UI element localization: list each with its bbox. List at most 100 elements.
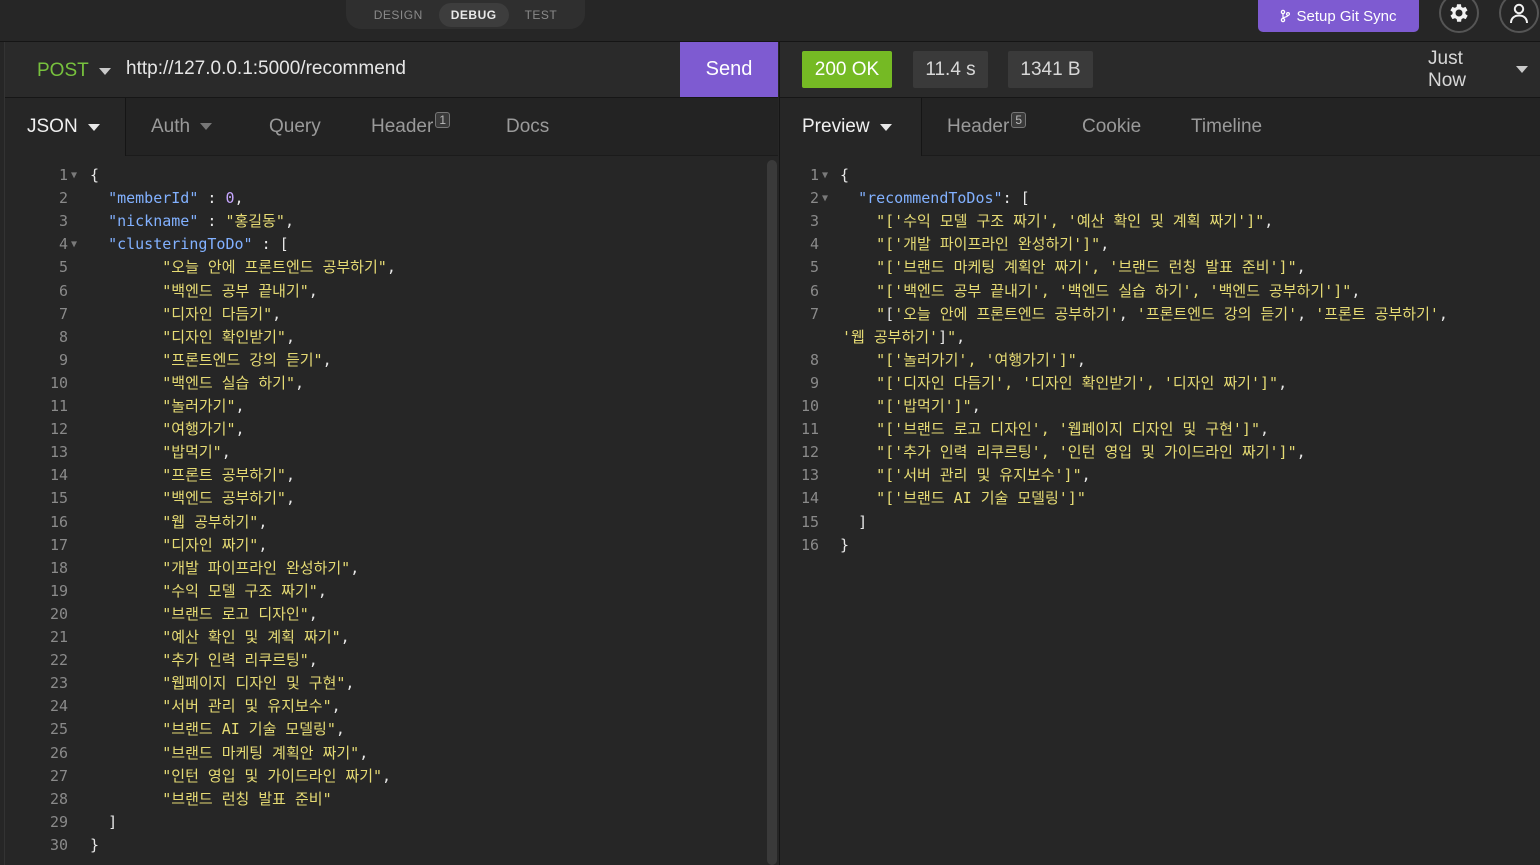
tab-header[interactable]: Header 1 — [371, 98, 451, 155]
tab-preview[interactable]: Preview — [780, 98, 922, 156]
code-text: "['놀러가기', '여행가기']", — [876, 350, 1086, 369]
line-number: 10 — [49, 373, 68, 392]
account-button[interactable] — [1499, 0, 1539, 33]
code-text: "여행가기", — [162, 420, 245, 439]
tab-auth[interactable]: Auth — [151, 98, 213, 155]
line-number: 26 — [49, 743, 68, 762]
tab-cookie[interactable]: Cookie — [1082, 98, 1141, 155]
line-number: 23 — [49, 674, 68, 693]
mode-design[interactable]: DESIGN — [362, 3, 435, 27]
line-number: 15 — [49, 489, 68, 508]
send-button[interactable]: Send — [680, 42, 778, 97]
mode-debug[interactable]: DEBUG — [438, 2, 509, 27]
method-dropdown[interactable]: POST — [37, 60, 111, 82]
code-text: "백엔드 공부하기", — [162, 489, 295, 508]
code-text: } — [90, 835, 100, 854]
tab-auth-label: Auth — [151, 115, 191, 137]
line-number: 2 — [809, 189, 819, 208]
line-number: 1 — [809, 166, 819, 184]
line-number: 10 — [800, 397, 819, 415]
code-text: "밥먹기", — [162, 443, 231, 462]
code-text: "['추가 인력 리쿠르팅', '인턴 영입 및 가이드라인 짜기']", — [876, 443, 1306, 462]
line-number: 5 — [809, 258, 819, 277]
code-text: "개발 파이프라인 완성하기", — [162, 558, 360, 577]
code-text: "수익 모델 구조 짜기", — [162, 581, 327, 600]
code-text: "백엔드 실습 하기", — [162, 373, 305, 392]
tab-json[interactable]: JSON — [5, 98, 126, 156]
line-number: 30 — [49, 835, 68, 854]
line-number: 12 — [800, 443, 819, 462]
line-number: 12 — [49, 420, 68, 439]
top-bar: DESIGN DEBUG TEST Setup Git Sync — [0, 0, 1540, 42]
line-number: 13 — [800, 466, 819, 485]
tab-header-label: Header — [371, 115, 434, 137]
line-number: 9 — [58, 350, 68, 369]
settings-button[interactable] — [1439, 0, 1479, 33]
chevron-down-icon — [98, 67, 111, 75]
code-text: "['수익 모델 구조 짜기', '예산 확인 및 계획 짜기']", — [876, 212, 1274, 231]
history-label: Just Now — [1428, 47, 1467, 91]
code-text: "['오늘 안에 프론트엔드 공부하기', '프론트엔드 강의 듣기', '프론… — [840, 304, 1448, 323]
response-time-badge: 11.4 s — [913, 51, 988, 88]
url-input[interactable]: http://127.0.0.1:5000/recommend — [126, 58, 406, 80]
line-number: 25 — [49, 720, 68, 739]
line-number: 19 — [49, 581, 68, 600]
response-header-count-badge: 5 — [1011, 111, 1027, 128]
status-badge: 200 OK — [802, 51, 892, 88]
scrollbar[interactable] — [767, 160, 777, 865]
line-number: 6 — [809, 281, 819, 300]
line-number: 14 — [800, 489, 819, 508]
mode-test[interactable]: TEST — [513, 3, 570, 27]
line-number: 8 — [58, 327, 68, 346]
fold-arrow-icon[interactable]: ▼ — [71, 164, 77, 187]
code-text: ] — [858, 512, 868, 531]
line-number: 28 — [49, 789, 68, 808]
request-pane: POST http://127.0.0.1:5000/recommend Sen… — [4, 42, 778, 865]
fold-arrow-icon[interactable]: ▼ — [71, 233, 77, 256]
code-text: "브랜드 AI 기술 모델링", — [162, 720, 345, 739]
fold-arrow-icon[interactable]: ▼ — [822, 187, 828, 210]
tab-timeline[interactable]: Timeline — [1191, 98, 1262, 155]
tab-response-header[interactable]: Header 5 — [947, 98, 1027, 155]
user-icon — [1510, 3, 1528, 24]
tab-preview-label: Preview — [802, 116, 870, 137]
line-number: 17 — [49, 535, 68, 554]
chevron-down-icon — [87, 123, 100, 131]
header-count-badge: 1 — [435, 111, 451, 128]
code-text: { — [90, 166, 100, 184]
line-number: 18 — [49, 558, 68, 577]
tab-docs[interactable]: Docs — [506, 98, 549, 155]
tab-query[interactable]: Query — [269, 98, 321, 155]
code-text: "브랜드 런칭 발표 준비" — [162, 789, 332, 808]
code-text: "clusteringToDo" : [ — [108, 235, 289, 254]
history-dropdown[interactable]: Just Now — [1428, 48, 1528, 91]
method-label: POST — [37, 60, 89, 81]
request-tabs: JSON Auth Query Header 1 Docs — [5, 98, 778, 156]
line-number: 6 — [58, 281, 68, 300]
setup-git-sync-button[interactable]: Setup Git Sync — [1258, 0, 1419, 32]
code-text: "프론트 공부하기", — [162, 466, 295, 485]
code-text: "디자인 짜기", — [162, 535, 268, 554]
mode-switcher: DESIGN DEBUG TEST — [346, 0, 585, 29]
line-number: 24 — [49, 697, 68, 716]
code-text: "프론트엔드 강의 듣기", — [162, 350, 332, 369]
code-text: "디자인 확인받기", — [162, 327, 295, 346]
code-text: "예산 확인 및 계획 짜기", — [162, 628, 350, 646]
line-number: 2 — [58, 189, 68, 208]
code-text: "브랜드 마케팅 계획안 짜기", — [162, 743, 369, 762]
line-number: 22 — [49, 651, 68, 670]
code-text: ] — [108, 812, 118, 831]
tab-json-label: JSON — [27, 116, 78, 137]
code-text: "['브랜드 AI 기술 모델링']" — [876, 489, 1086, 508]
fold-arrow-icon[interactable]: ▼ — [822, 164, 828, 187]
code-text: } — [840, 535, 850, 554]
code-text: "놀러가기", — [162, 397, 245, 415]
chevron-down-icon — [1516, 66, 1528, 73]
code-text: "nickname" : "홍길동", — [108, 212, 294, 231]
code-text: "인턴 영입 및 가이드라인 짜기", — [162, 766, 392, 785]
chevron-down-icon — [200, 123, 213, 130]
code-text: "memberId" : 0, — [108, 189, 244, 208]
code-text: "디자인 다듬기", — [162, 304, 282, 323]
line-number: 21 — [49, 628, 68, 646]
tab-cookie-label: Cookie — [1082, 115, 1142, 137]
